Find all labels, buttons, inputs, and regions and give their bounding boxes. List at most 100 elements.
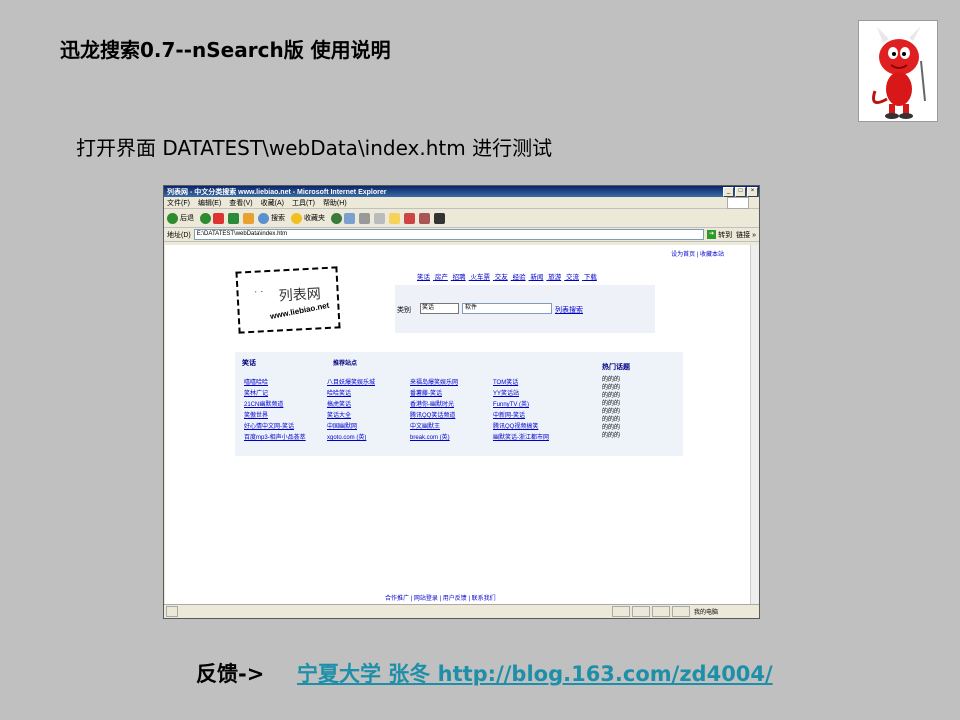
status-spacer <box>180 607 610 616</box>
list-item[interactable]: 腾讯QQ笑话频道 <box>410 411 458 422</box>
forward-button[interactable] <box>200 212 211 224</box>
menu-view[interactable]: 查看(V) <box>229 198 252 208</box>
nav-house[interactable]: 房产 <box>435 274 448 281</box>
maximize-button[interactable]: □ <box>735 186 746 197</box>
category-label: 类别 <box>397 307 411 314</box>
nav-dating[interactable]: 交友 <box>495 274 508 281</box>
edit-icon[interactable] <box>374 212 385 224</box>
slide-footer: 反馈-> 宁夏大学 张冬 http://blog.163.com/zd4004/ <box>196 658 773 688</box>
search-icon <box>258 212 269 224</box>
hot-topic-item[interactable]: 的的的 <box>602 392 620 400</box>
list-item[interactable]: 八目妖爆笑娱乐城 <box>327 378 375 389</box>
search-button[interactable]: 搜索 <box>258 212 285 224</box>
vertical-scrollbar[interactable] <box>750 245 759 604</box>
status-cell <box>632 606 650 617</box>
list-item[interactable]: xgoto.com (英) <box>327 433 375 444</box>
favorites-button[interactable]: 收藏夹 <box>291 212 325 224</box>
list-item[interactable]: 腾讯QQ视频搞笑 <box>493 422 549 433</box>
nav-exchange[interactable]: 交流 <box>566 274 579 281</box>
list-item[interactable]: FunnyTV (英) <box>493 400 549 411</box>
list-item[interactable]: 香港你-幽默时光 <box>410 400 458 411</box>
nav-joke[interactable]: 笑话 <box>417 274 430 281</box>
qq-penguin-icon[interactable] <box>434 212 445 224</box>
home-icon[interactable] <box>243 212 254 224</box>
search-submit-button[interactable]: 列表搜索 <box>555 305 583 315</box>
list-item[interactable]: break.com (英) <box>410 433 458 444</box>
category-select[interactable]: 笑话 <box>420 303 459 314</box>
menu-favorites[interactable]: 收藏(A) <box>261 198 284 208</box>
nav-news[interactable]: 新闻 <box>530 274 543 281</box>
close-button[interactable]: × <box>747 186 758 197</box>
messenger-icon[interactable] <box>404 212 415 224</box>
liebiao-logo: ˙ ˙ 列表网 www.liebiao.net <box>235 266 341 334</box>
folder-icon[interactable] <box>389 212 400 224</box>
hot-topic-item[interactable]: 的的的 <box>602 432 620 440</box>
links-column-2: 八目妖爆笑娱乐城 哈哈笑话 搞虎笑话 笑话大全 中国幽默网 xgoto.com … <box>327 378 375 444</box>
go-label: 转到 <box>718 231 733 239</box>
favorites-label: 收藏夹 <box>304 215 325 222</box>
recommend-heading: 推荐站点 <box>333 361 358 367</box>
list-item[interactable]: 幽默笑话-浙江都市网 <box>493 433 549 444</box>
address-input[interactable]: E:\DATATEST\webData\index.htm <box>193 229 705 240</box>
menu-tools[interactable]: 工具(T) <box>292 198 315 208</box>
list-item[interactable]: 好心情中文网-笑话 <box>244 422 306 433</box>
list-item[interactable]: 笑话大全 <box>327 411 375 422</box>
status-cell <box>672 606 690 617</box>
nav-jobs[interactable]: 招聘 <box>453 274 466 281</box>
hot-topic-item[interactable]: 的的的 <box>602 384 620 392</box>
windows-logo-icon <box>727 197 749 209</box>
menu-help[interactable]: 帮助(H) <box>323 198 347 208</box>
list-item[interactable]: 番薯藤-笑话 <box>410 389 458 400</box>
toolbar: 后退 搜索 收藏夹 <box>164 209 759 228</box>
stop-icon[interactable] <box>213 212 224 224</box>
hot-topic-item[interactable]: 的的的 <box>602 408 620 416</box>
go-button[interactable]: ➔ 转到 <box>707 230 732 240</box>
list-item[interactable]: TOM笑话 <box>493 378 549 389</box>
status-cell <box>652 606 670 617</box>
list-item[interactable]: 笑傲世界 <box>244 411 306 422</box>
hot-topic-item[interactable]: 的的的 <box>602 416 620 424</box>
top-links[interactable]: 设为首页 | 收藏本站 <box>671 249 724 258</box>
list-item[interactable]: 中国幽默网 <box>327 422 375 433</box>
print-icon[interactable] <box>359 212 370 224</box>
bsd-daemon-mascot-image <box>858 20 938 122</box>
list-item[interactable]: 笑林广记 <box>244 389 306 400</box>
go-arrow-icon: ➔ <box>707 230 717 239</box>
feedback-link[interactable]: 宁夏大学 张冬 http://blog.163.com/zd4004/ <box>297 662 773 686</box>
search-input[interactable]: 软件 <box>462 303 552 314</box>
page-content: 设为首页 | 收藏本站 ˙ ˙ 列表网 www.liebiao.net 笑话 房… <box>165 245 750 604</box>
section-heading: 笑话 <box>242 360 256 367</box>
status-cell <box>612 606 630 617</box>
nav-download[interactable]: 下载 <box>584 274 597 281</box>
list-item[interactable]: YY笑话站 <box>493 389 549 400</box>
mail-icon[interactable] <box>344 212 355 224</box>
list-item[interactable]: 中新网-笑话 <box>493 411 549 422</box>
research-icon[interactable] <box>419 212 430 224</box>
history-icon[interactable] <box>331 212 342 224</box>
minimize-button[interactable]: _ <box>723 186 734 197</box>
list-item[interactable]: 来福岛爆笑娱乐网 <box>410 378 458 389</box>
list-item[interactable]: 嘻嘻哈哈 <box>244 378 306 389</box>
nav-train[interactable]: 火车票 <box>470 274 490 281</box>
hot-topic-item[interactable]: 的的的 <box>602 400 620 408</box>
hot-topic-item[interactable]: 的的的 <box>602 424 620 432</box>
list-item[interactable]: 哈哈笑话 <box>327 389 375 400</box>
back-button[interactable]: 后退 <box>167 212 194 224</box>
list-item[interactable]: 百度mp3-相声小品荟萃 <box>244 433 306 444</box>
refresh-icon[interactable] <box>228 212 239 224</box>
search-box: 类别 笑话 软件 列表搜索 <box>395 285 655 333</box>
star-icon <box>291 212 302 224</box>
hot-heading: 热门话题 <box>602 364 630 371</box>
links-label[interactable]: 链接 » <box>736 230 756 240</box>
list-item[interactable]: 21CN幽默频道 <box>244 400 306 411</box>
menu-edit[interactable]: 编辑(E) <box>198 198 221 208</box>
bottom-links[interactable]: 合作推广 | 网站登录 | 用户反馈 | 联系我们 <box>385 593 496 602</box>
ie-browser-window: 列表网 - 中文分类搜索 www.liebiao.net - Microsoft… <box>163 185 760 619</box>
menu-file[interactable]: 文件(F) <box>167 198 190 208</box>
nav-experience[interactable]: 经验 <box>513 274 526 281</box>
list-item[interactable]: 搞虎笑话 <box>327 400 375 411</box>
nav-travel[interactable]: 旅游 <box>548 274 561 281</box>
hot-topic-item[interactable]: 的的的 <box>602 376 620 384</box>
feedback-label: 反馈-> <box>196 662 265 686</box>
list-item[interactable]: 中文幽默王 <box>410 422 458 433</box>
